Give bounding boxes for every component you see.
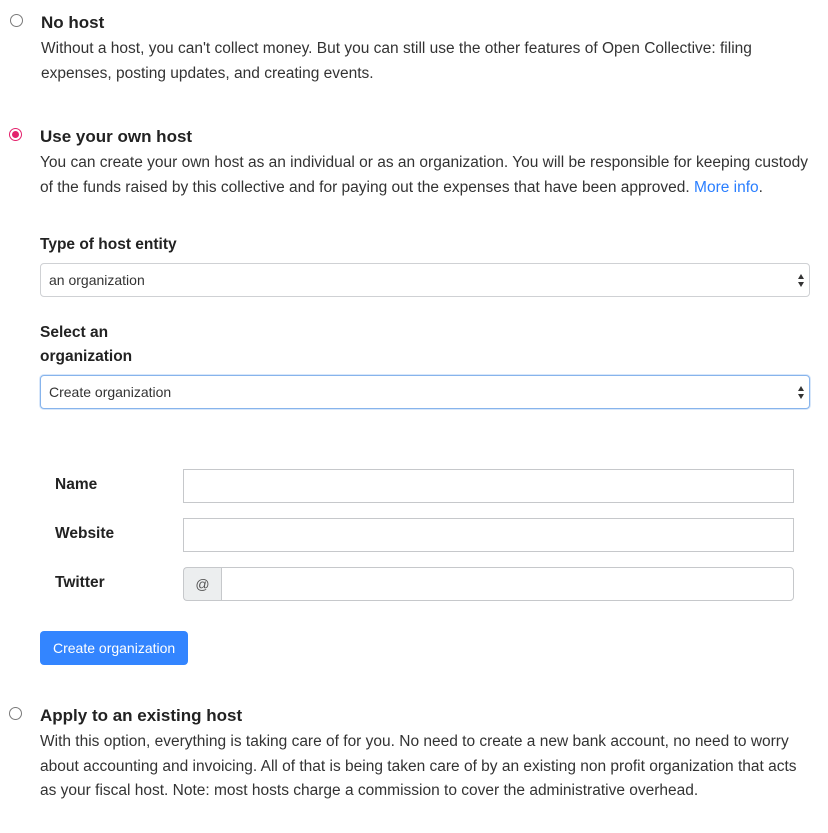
twitter-label: Twitter: [55, 574, 105, 591]
create-organization-button[interactable]: Create organization: [40, 631, 189, 665]
own-host-title: Use your own host: [40, 127, 193, 146]
existing-host-title: Apply to an existing host: [40, 706, 243, 725]
name-label: Name: [55, 476, 98, 493]
own-host-description-end: .: [758, 178, 763, 196]
name-input[interactable]: [183, 469, 794, 503]
select-arrows-icon: [798, 273, 805, 288]
website-label: Website: [55, 525, 115, 542]
host-selection-page: No host Without a host, you can't collec…: [0, 0, 828, 833]
organization-select[interactable]: Create organization: [40, 375, 810, 409]
no-host-title: No host: [41, 13, 105, 32]
no-host-radio[interactable]: [10, 14, 23, 27]
own-host-radio[interactable]: [9, 128, 22, 141]
existing-host-description: With this option, everything is taking c…: [40, 733, 797, 799]
host-entity-select[interactable]: an organization: [40, 263, 810, 297]
existing-host-radio[interactable]: [9, 707, 22, 720]
own-host-description-text: You can create your own host as an indiv…: [40, 154, 809, 196]
organization-select-value: Create organization: [49, 384, 172, 400]
host-entity-select-value: an organization: [49, 272, 145, 288]
no-host-description: Without a host, you can't collect money.…: [41, 40, 752, 82]
twitter-input[interactable]: [221, 567, 794, 601]
more-info-link[interactable]: More info: [694, 179, 759, 196]
host-entity-label: Type of host entity: [40, 236, 177, 253]
organization-select-label: Select an organization: [40, 324, 133, 365]
own-host-description: You can create your own host as an indiv…: [40, 151, 815, 200]
website-input[interactable]: [183, 518, 794, 552]
select-arrows-icon: [798, 385, 805, 400]
twitter-at-prefix: @: [183, 567, 221, 601]
